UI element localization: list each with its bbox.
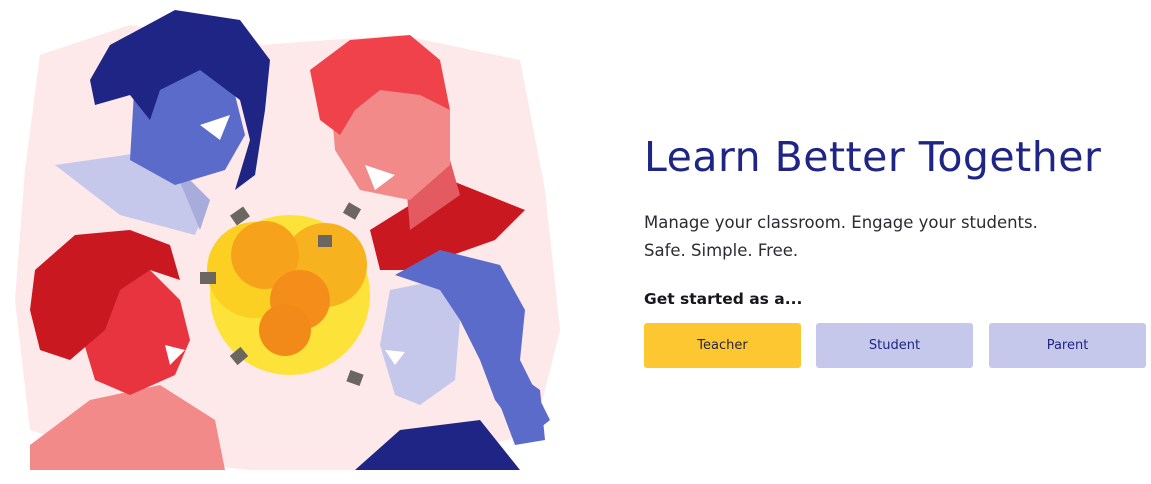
role-button-group: Teacher Student Parent [644,323,1146,368]
page-title: Learn Better Together [644,133,1102,181]
student-button[interactable]: Student [816,323,973,368]
hero-panel: Learn Better Together Manage your classr… [644,0,1149,484]
bulb-base-6 [318,235,332,247]
hero-subtitle: Manage your classroom. Engage your stude… [644,209,1038,265]
teacher-button[interactable]: Teacher [644,323,801,368]
hero-subtitle-line-2: Safe. Simple. Free. [644,241,799,260]
hero-illustration [0,0,580,484]
bulb-base-3 [200,272,216,284]
bulb-core-3 [259,304,311,356]
page: Learn Better Together Manage your classr… [0,0,1151,484]
people-lightbulbs-icon [15,10,560,470]
parent-button[interactable]: Parent [989,323,1146,368]
get-started-label: Get started as a... [644,290,803,308]
hero-subtitle-line-1: Manage your classroom. Engage your stude… [644,213,1038,232]
